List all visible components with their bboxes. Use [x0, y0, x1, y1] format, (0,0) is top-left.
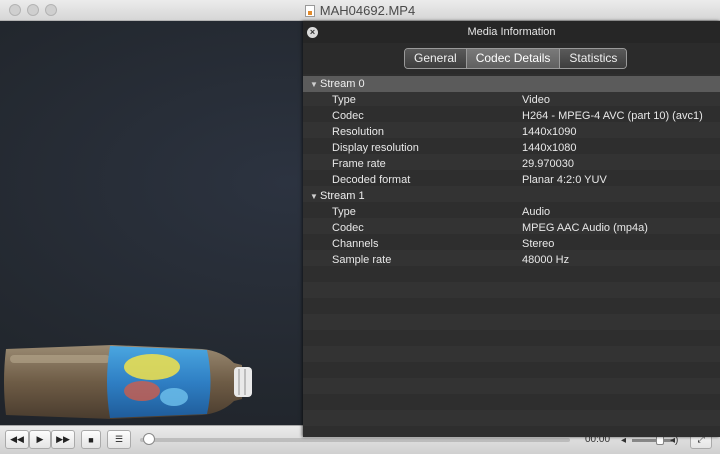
media-information-panel: Media Information × General Codec Detail… — [303, 21, 720, 437]
panel-tabs: General Codec Details Statistics — [404, 48, 628, 69]
tree-row[interactable]: Codec MPEG AAC Audio (mp4a) — [303, 220, 720, 236]
row-key: Resolution — [332, 126, 384, 138]
tree-row[interactable]: Type Video — [303, 92, 720, 108]
codec-tree: ▼ Stream 0 Type Video Codec H264 - MPEG-4 A… — [303, 76, 720, 268]
row-key: Sample rate — [332, 254, 392, 266]
tab-general[interactable]: General — [405, 49, 466, 68]
tree-row[interactable]: Decoded format Planar 4:2:0 YUV — [303, 172, 720, 188]
fast-forward-button[interactable]: ▶▶ — [51, 430, 75, 449]
row-value: 48000 Hz — [522, 254, 570, 266]
panel-header: Media Information × — [303, 21, 720, 43]
seek-knob[interactable] — [143, 433, 155, 445]
window-title-wrap: MAH04692.MP4 — [0, 0, 720, 21]
row-key: Codec — [332, 222, 364, 234]
stream-1-group[interactable]: ▼ Stream 1 — [303, 188, 720, 204]
row-value: 1440x1080 — [522, 142, 577, 154]
playlist-icon: ☰ — [114, 434, 124, 444]
tree-row[interactable]: Display resolution 1440x1080 — [303, 140, 720, 156]
tree-row[interactable]: Codec H264 - MPEG-4 AVC (part 10) (avc1) — [303, 108, 720, 124]
fast-forward-icon: ▶▶ — [56, 434, 70, 444]
rewind-icon: ◀◀ — [10, 434, 24, 444]
play-icon: ▶ — [36, 434, 44, 444]
play-button[interactable]: ▶ — [29, 430, 51, 449]
disclosure-down-icon[interactable]: ▼ — [310, 189, 320, 205]
stop-icon: ■ — [88, 434, 94, 445]
tab-statistics[interactable]: Statistics — [559, 49, 627, 68]
row-key: Channels — [332, 238, 379, 250]
seek-bar[interactable] — [140, 438, 570, 442]
panel-title: Media Information — [467, 26, 556, 38]
tree-row[interactable]: Resolution 1440x1090 — [303, 124, 720, 140]
row-value: Planar 4:2:0 YUV — [522, 174, 607, 186]
row-key: Display resolution — [332, 142, 419, 154]
media-file-icon — [304, 4, 315, 17]
row-value: Stereo — [522, 238, 555, 250]
tree-row[interactable]: Type Audio — [303, 204, 720, 220]
row-value: H264 - MPEG-4 AVC (part 10) (avc1) — [522, 110, 703, 122]
row-key: Frame rate — [332, 158, 386, 170]
row-value: Audio — [522, 206, 551, 218]
playlist-button[interactable]: ☰ — [107, 430, 131, 449]
stream-0-label: Stream 0 — [320, 78, 365, 90]
rewind-button[interactable]: ◀◀ — [5, 430, 29, 449]
tab-codec-details[interactable]: Codec Details — [465, 49, 560, 68]
stream-0-group[interactable]: ▼ Stream 0 — [303, 76, 720, 92]
bottle-image — [4, 345, 252, 419]
row-key: Type — [332, 94, 356, 106]
row-value: 1440x1090 — [522, 126, 577, 138]
stop-button[interactable]: ■ — [81, 430, 101, 449]
disclosure-down-icon[interactable]: ▼ — [310, 77, 320, 93]
close-panel-icon[interactable]: × — [307, 27, 318, 38]
title-bar: MAH04692.MP4 — [0, 0, 720, 21]
tree-row[interactable]: Sample rate 48000 Hz — [303, 252, 720, 268]
volume-slider[interactable] — [632, 439, 672, 442]
row-key: Codec — [332, 110, 364, 122]
tree-row[interactable]: Channels Stereo — [303, 236, 720, 252]
tree-row[interactable]: Frame rate 29.970030 — [303, 156, 720, 172]
row-value: Video — [522, 94, 550, 106]
stream-1-label: Stream 1 — [320, 190, 365, 202]
row-key: Decoded format — [332, 174, 411, 186]
window-title: MAH04692.MP4 — [319, 3, 416, 18]
row-key: Type — [332, 206, 356, 218]
row-value: 29.970030 — [522, 158, 574, 170]
row-value: MPEG AAC Audio (mp4a) — [522, 222, 648, 234]
